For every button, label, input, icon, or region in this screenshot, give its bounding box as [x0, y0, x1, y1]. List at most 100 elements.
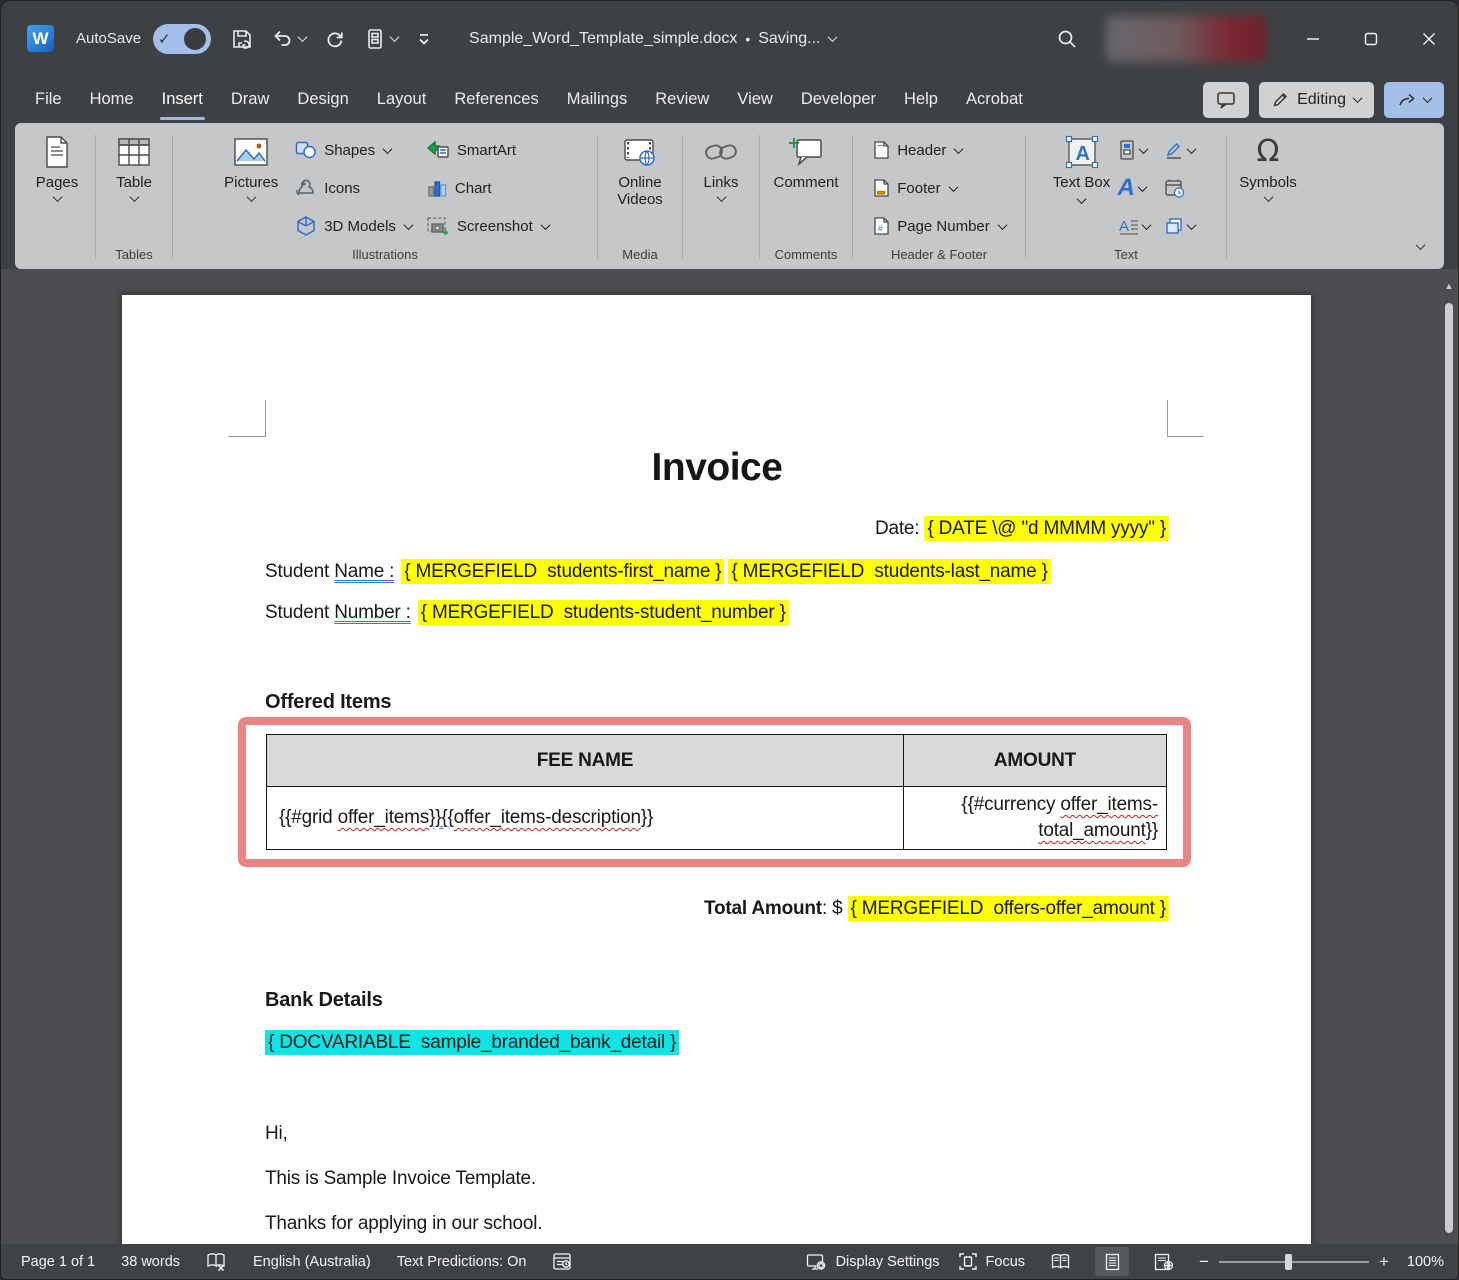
- first-name-field: { MERGEFIELD students-first_name }: [401, 559, 724, 584]
- links-button[interactable]: Links: [689, 129, 753, 202]
- zoom-slider[interactable]: − +: [1199, 1253, 1389, 1270]
- amount-cell[interactable]: {{#currency offer_items- total_amount}}: [904, 787, 1167, 850]
- display-settings-button[interactable]: Display Settings: [806, 1253, 940, 1271]
- tab-draw[interactable]: Draw: [217, 76, 284, 123]
- scroll-up-arrow[interactable]: ▲: [1442, 281, 1456, 291]
- fee-cell[interactable]: {{#grid offer_items}}{{offer_items-descr…: [267, 787, 904, 850]
- pictures-button[interactable]: Pictures: [215, 129, 287, 202]
- tab-acrobat[interactable]: Acrobat: [952, 76, 1037, 123]
- editing-mode-button[interactable]: Editing: [1259, 82, 1374, 118]
- footer-button[interactable]: Footer: [866, 169, 1012, 207]
- links-chevron: [716, 192, 726, 202]
- zoom-out-button[interactable]: −: [1199, 1253, 1209, 1270]
- comment-button[interactable]: Comment: [766, 129, 846, 191]
- title-chevron[interactable]: [827, 32, 837, 42]
- word-count[interactable]: 38 words: [121, 1254, 180, 1270]
- drop-cap-icon: A: [1118, 217, 1139, 235]
- language-button[interactable]: English (Australia): [253, 1254, 371, 1270]
- table-row: {{#grid offer_items}}{{offer_items-descr…: [267, 787, 1167, 850]
- search-button[interactable]: [1046, 19, 1088, 59]
- quick-parts-icon: [1118, 139, 1136, 161]
- quick-parts-button[interactable]: [1113, 131, 1155, 169]
- bank-detail-field: { DOCVARIABLE sample_branded_bank_detail…: [265, 1030, 679, 1055]
- new-comment-icon: [787, 136, 825, 168]
- comments-toggle-button[interactable]: [1203, 82, 1249, 118]
- signature-line-button[interactable]: [1159, 131, 1200, 169]
- fee-name-header: FEE NAME: [267, 735, 904, 787]
- zoom-handle[interactable]: [1285, 1254, 1292, 1270]
- document-title[interactable]: Sample_Word_Template_simple.docx • Savin…: [469, 30, 835, 48]
- account-badge[interactable]: [1106, 16, 1266, 62]
- quick-access-list-button[interactable]: [355, 19, 407, 59]
- autosave-toggle[interactable]: ✓: [153, 24, 211, 54]
- tab-review[interactable]: Review: [641, 76, 723, 123]
- ribbon-collapse-button[interactable]: [1413, 233, 1428, 259]
- doc-title-invoice: Invoice: [265, 446, 1169, 490]
- shapes-button[interactable]: Shapes: [289, 131, 418, 169]
- text-predictions[interactable]: Text Predictions: On: [397, 1254, 527, 1270]
- word-logo-icon[interactable]: W: [27, 25, 54, 52]
- share-chevron: [1423, 93, 1433, 103]
- 3d-models-button[interactable]: 3D Models: [289, 207, 418, 245]
- share-button[interactable]: [1384, 82, 1444, 118]
- minimize-icon: [1306, 32, 1320, 46]
- minimize-button[interactable]: [1284, 1, 1342, 76]
- table-button[interactable]: Table: [102, 129, 166, 202]
- date-time-button[interactable]: [1159, 169, 1200, 207]
- page-number-button[interactable]: # Page Number: [866, 207, 1012, 245]
- margin-corner-left: [229, 400, 266, 437]
- tab-developer[interactable]: Developer: [787, 76, 890, 123]
- zoom-in-button[interactable]: +: [1379, 1253, 1389, 1270]
- print-layout-button[interactable]: [1095, 1247, 1129, 1276]
- zoom-track[interactable]: [1219, 1261, 1369, 1263]
- pages-button[interactable]: Pages: [25, 129, 89, 202]
- pencil-icon: [1272, 91, 1289, 108]
- ribbon-group-symbols: Ω Symbols: [1229, 129, 1307, 269]
- tab-layout[interactable]: Layout: [363, 76, 441, 123]
- editor-button[interactable]: [552, 1252, 572, 1271]
- save-button[interactable]: [221, 19, 263, 59]
- symbols-button[interactable]: Ω Symbols: [1233, 129, 1303, 202]
- page-indicator[interactable]: Page 1 of 1: [21, 1254, 95, 1270]
- screenshot-button[interactable]: Screenshot: [420, 207, 555, 245]
- undo-menu-chevron[interactable]: [298, 32, 308, 42]
- vertical-scrollbar[interactable]: ▲: [1442, 273, 1456, 1242]
- read-mode-button[interactable]: [1043, 1247, 1077, 1276]
- online-videos-button[interactable]: Online Videos: [604, 129, 676, 208]
- customize-toolbar-button[interactable]: [407, 19, 441, 59]
- quick-access-chevron[interactable]: [390, 32, 400, 42]
- tab-insert[interactable]: Insert: [148, 76, 217, 123]
- tab-home[interactable]: Home: [76, 76, 148, 123]
- undo-button[interactable]: [263, 19, 315, 59]
- share-icon: [1397, 91, 1416, 108]
- tab-references[interactable]: References: [440, 76, 552, 123]
- header-button[interactable]: Header: [866, 131, 1012, 169]
- tab-file[interactable]: File: [21, 76, 76, 123]
- last-name-field: { MERGEFIELD students-last_name }: [728, 559, 1050, 584]
- scrollbar-thumb[interactable]: [1445, 303, 1453, 1233]
- read-mode-icon: [1050, 1253, 1071, 1270]
- tab-mailings[interactable]: Mailings: [553, 76, 642, 123]
- number-label: Number :: [334, 602, 411, 623]
- tab-help[interactable]: Help: [890, 76, 952, 123]
- undo-icon: [272, 28, 294, 50]
- close-button[interactable]: [1400, 1, 1458, 76]
- smartart-button[interactable]: SmartArt: [420, 131, 555, 169]
- redo-button[interactable]: [315, 19, 355, 59]
- text-group-label: Text: [1032, 245, 1220, 269]
- zoom-level[interactable]: 100%: [1407, 1254, 1444, 1270]
- text-box-button[interactable]: A Text Box: [1053, 129, 1111, 208]
- object-button[interactable]: [1159, 207, 1200, 245]
- chart-button[interactable]: Chart: [420, 169, 555, 207]
- proofing-status-button[interactable]: [206, 1252, 227, 1271]
- proofing-errors-icon: [206, 1252, 227, 1271]
- web-layout-button[interactable]: [1147, 1247, 1181, 1276]
- document-page[interactable]: Invoice Date: { DATE \@ "d MMMM yyyy" } …: [122, 295, 1311, 1246]
- maximize-button[interactable]: [1342, 1, 1400, 76]
- tab-design[interactable]: Design: [283, 76, 362, 123]
- focus-button[interactable]: Focus: [958, 1252, 1026, 1271]
- wordart-button[interactable]: A: [1113, 169, 1155, 207]
- drop-cap-button[interactable]: A: [1113, 207, 1155, 245]
- icons-button[interactable]: Icons: [289, 169, 418, 207]
- tab-view[interactable]: View: [723, 76, 786, 123]
